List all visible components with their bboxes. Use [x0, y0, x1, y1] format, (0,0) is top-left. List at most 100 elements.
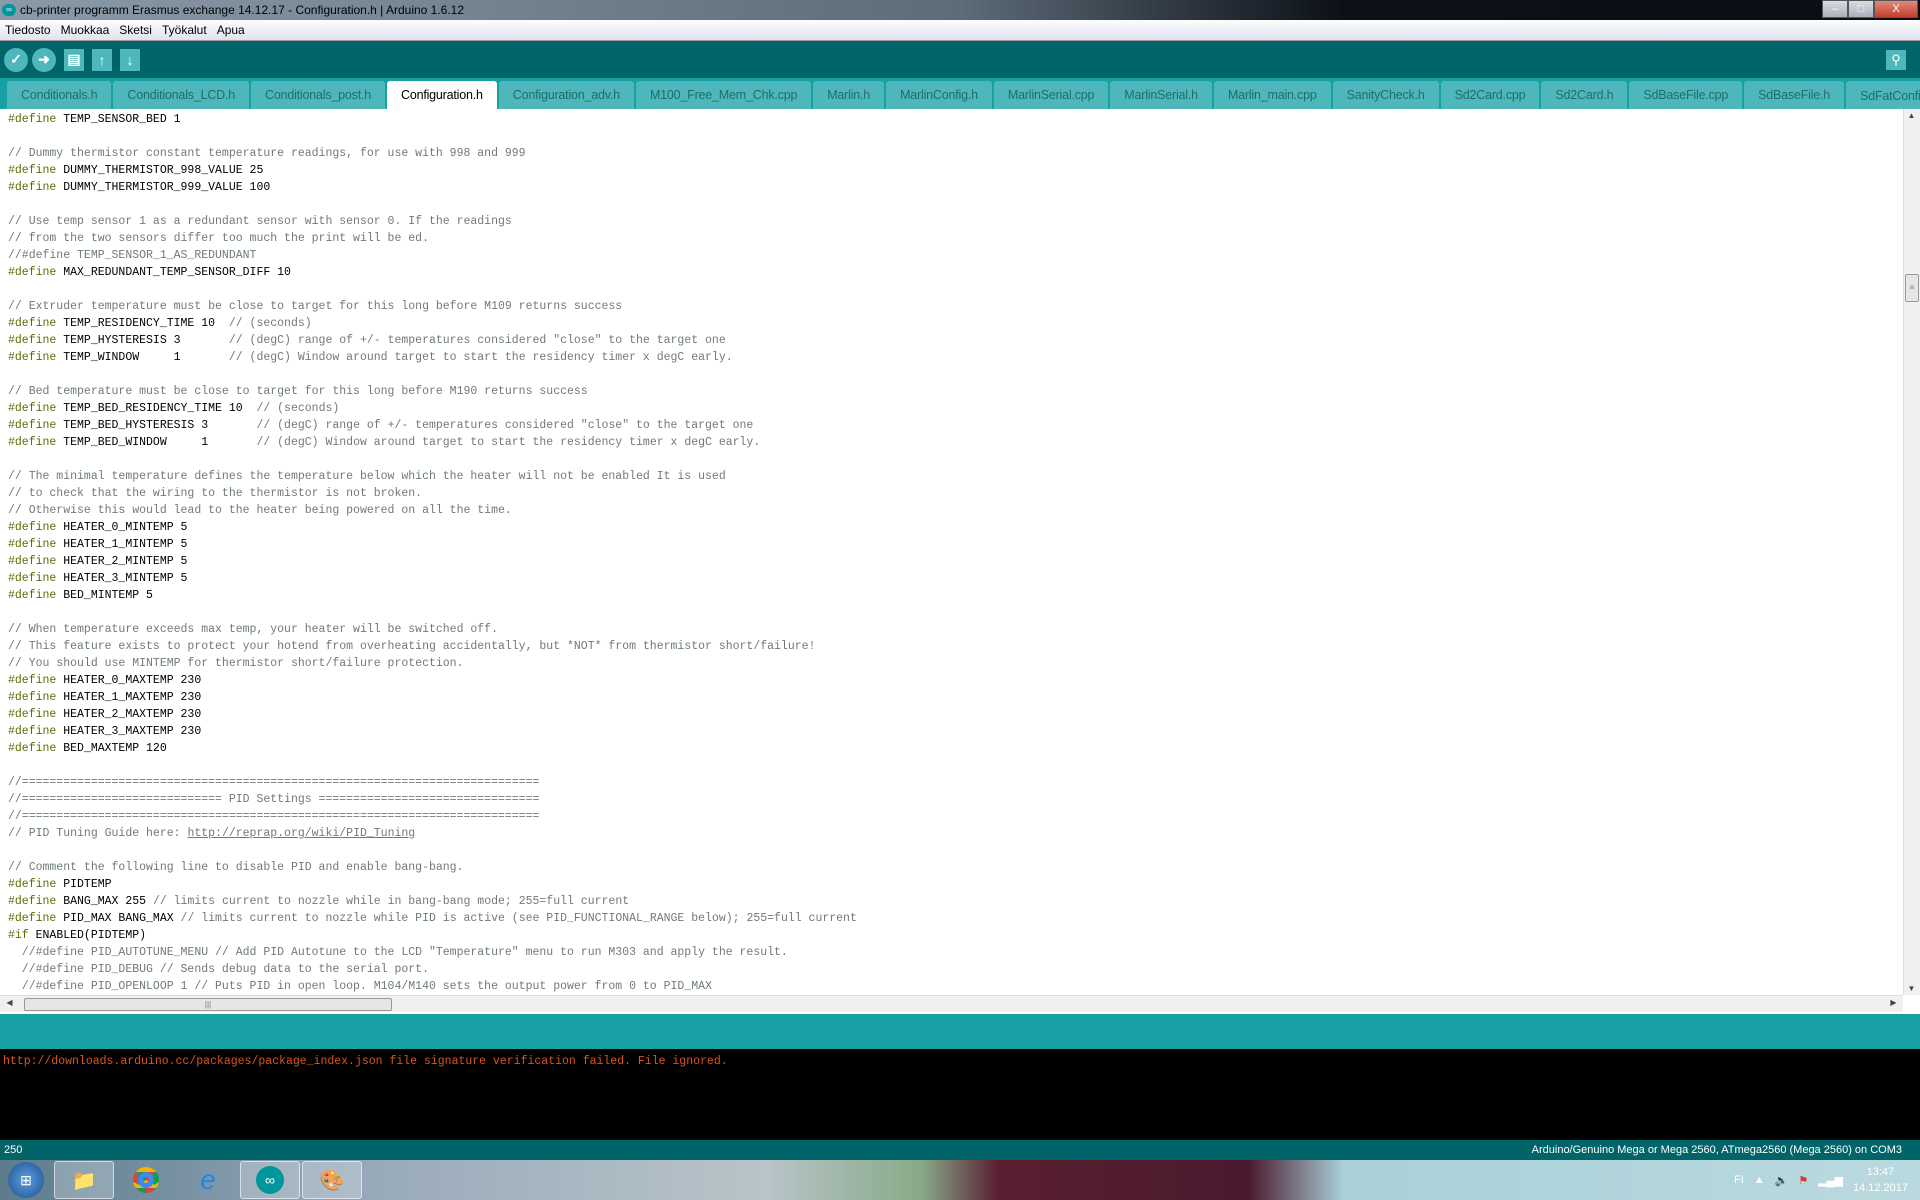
open-button[interactable]: ↑: [92, 48, 112, 71]
code-keyword: #define: [8, 334, 57, 347]
code-line: // Use temp sensor 1 as a redundant sens…: [8, 213, 1903, 230]
windows-logo-icon: ⊞: [20, 1172, 32, 1188]
arduino-icon: ∞: [256, 1166, 284, 1194]
tab-sdbasefile-cpp[interactable]: SdBaseFile.cpp: [1629, 81, 1743, 109]
arrow-right-icon: ➜: [38, 51, 50, 67]
code-keyword: #if: [8, 929, 29, 942]
code-keyword: #define: [8, 521, 57, 534]
menu-bar: Tiedosto Muokkaa Sketsi Työkalut Apua: [0, 20, 1920, 41]
code-text: TEMP_BED_RESIDENCY_TIME 10: [56, 402, 257, 415]
chrome-icon: [133, 1167, 159, 1193]
tab-conditionals-lcd-h[interactable]: Conditionals_LCD.h: [113, 81, 249, 109]
code-text: TEMP_WINDOW 1: [56, 351, 229, 364]
code-text: DUMMY_THERMISTOR_998_VALUE 25: [56, 164, 264, 177]
system-tray: FI ▲ 🔈 ⚑ ▂▄▆ 13:47 14.12.2017: [1734, 1160, 1908, 1200]
arduino-taskbar-button[interactable]: ∞: [240, 1161, 300, 1199]
code-comment: // Bed temperature must be close to targ…: [8, 385, 588, 398]
code-keyword: #define: [8, 742, 57, 755]
code-line: #define TEMP_BED_WINDOW 1 // (degC) Wind…: [8, 434, 1903, 451]
tab-m100-free-mem-chk-cpp[interactable]: M100_Free_Mem_Chk.cpp: [635, 81, 812, 109]
tab-conditionals-post-h[interactable]: Conditionals_post.h: [251, 81, 385, 109]
code-link[interactable]: http://reprap.org/wiki/PID_Tuning: [187, 827, 415, 840]
tab-marlinserial-cpp[interactable]: MarlinSerial.cpp: [993, 81, 1109, 109]
network-signal-icon[interactable]: ▂▄▆: [1818, 1174, 1843, 1187]
maximize-button[interactable]: □: [1848, 0, 1874, 18]
scroll-left-icon[interactable]: ◀: [2, 998, 17, 1007]
clock[interactable]: 13:47 14.12.2017: [1853, 1164, 1908, 1196]
action-center-flag-icon[interactable]: ⚑: [1798, 1174, 1808, 1187]
start-button[interactable]: ⊞: [8, 1162, 44, 1198]
tab-marlinconfig-h[interactable]: MarlinConfig.h: [886, 81, 992, 109]
code-comment: // (seconds): [228, 317, 312, 330]
volume-icon[interactable]: 🔈: [1775, 1174, 1789, 1187]
new-button[interactable]: ▤: [64, 48, 84, 71]
code-keyword: #define: [8, 725, 57, 738]
code-keyword: #define: [8, 538, 57, 551]
scroll-down-icon[interactable]: ▼: [1904, 984, 1919, 993]
internet-explorer-icon: e: [200, 1164, 216, 1195]
tab-sd2card-h[interactable]: Sd2Card.h: [1541, 81, 1628, 109]
scroll-up-icon[interactable]: ▲: [1904, 111, 1919, 120]
code-line: #define DUMMY_THERMISTOR_998_VALUE 25: [8, 162, 1903, 179]
tab-sdbasefile-h[interactable]: SdBaseFile.h: [1744, 81, 1845, 109]
code-line: // Comment the following line to disable…: [8, 859, 1903, 876]
menu-edit[interactable]: Muokkaa: [56, 23, 115, 37]
serial-monitor-button[interactable]: ⚲: [1886, 50, 1906, 70]
tab-sd2card-cpp[interactable]: Sd2Card.cpp: [1440, 81, 1540, 109]
code-keyword: #define: [8, 436, 57, 449]
tab-sdfatconfig[interactable]: SdFatConfig ▾: [1846, 81, 1920, 109]
code-line: #define BED_MAXTEMP 120: [8, 740, 1903, 757]
code-line: // When temperature exceeds max temp, yo…: [8, 621, 1903, 638]
verify-button[interactable]: ✓: [4, 47, 28, 72]
upload-button[interactable]: ➜: [32, 47, 56, 72]
explorer-taskbar-button[interactable]: 📁: [54, 1161, 114, 1199]
horizontal-scrollbar[interactable]: ◀ ||| ▶: [0, 995, 1903, 1012]
code-line: #define PIDTEMP: [8, 876, 1903, 893]
menu-sketch[interactable]: Sketsi: [114, 23, 157, 37]
code-line: #define TEMP_BED_RESIDENCY_TIME 10 // (s…: [8, 400, 1903, 417]
menu-tools[interactable]: Työkalut: [157, 23, 212, 37]
tab-marlinserial-h[interactable]: MarlinSerial.h: [1110, 81, 1212, 109]
language-indicator[interactable]: FI: [1734, 1174, 1744, 1186]
chrome-taskbar-button[interactable]: [116, 1161, 176, 1199]
code-editor[interactable]: #define TEMP_SENSOR_BED 1 // Dummy thermi…: [0, 109, 1903, 995]
save-button[interactable]: ↓: [120, 48, 140, 71]
code-line: //#define PID_OPENLOOP 1 // Puts PID in …: [8, 978, 1903, 995]
tray-expand-icon[interactable]: ▲: [1754, 1174, 1765, 1186]
code-keyword: #define: [8, 113, 57, 126]
scroll-right-icon[interactable]: ▶: [1886, 998, 1901, 1007]
close-button[interactable]: X: [1874, 0, 1918, 18]
tab-configuration-adv-h[interactable]: Configuration_adv.h: [498, 81, 634, 109]
vertical-scrollbar[interactable]: ▲ ≡ ▼: [1903, 109, 1920, 995]
horizontal-scroll-thumb[interactable]: |||: [24, 998, 392, 1011]
code-text: MAX_REDUNDANT_TEMP_SENSOR_DIFF 10: [56, 266, 291, 279]
code-keyword: #define: [8, 266, 57, 279]
code-comment: //#define PID_AUTOTUNE_MENU // Add PID A…: [8, 946, 788, 959]
menu-file[interactable]: Tiedosto: [0, 23, 56, 37]
tab-marlin-h[interactable]: Marlin.h: [813, 81, 885, 109]
code-line: //======================================…: [8, 774, 1903, 791]
ie-taskbar-button[interactable]: e: [178, 1161, 238, 1199]
tab-conditionals-h[interactable]: Conditionals.h: [7, 81, 112, 109]
code-line: // Extruder temperature must be close to…: [8, 298, 1903, 315]
code-text: PIDTEMP: [56, 878, 112, 891]
tab-configuration-h[interactable]: Configuration.h: [387, 81, 497, 109]
tab-sanitycheck-h[interactable]: SanityCheck.h: [1332, 81, 1439, 109]
menu-help[interactable]: Apua: [212, 23, 250, 37]
minimize-button[interactable]: –: [1822, 0, 1848, 18]
tab-marlin-main-cpp[interactable]: Marlin_main.cpp: [1213, 81, 1331, 109]
paint-taskbar-button[interactable]: 🎨: [302, 1161, 362, 1199]
code-line: // PID Tuning Guide here: http://reprap.…: [8, 825, 1903, 842]
code-line: #define TEMP_WINDOW 1 // (degC) Window a…: [8, 349, 1903, 366]
code-line: // The minimal temperature defines the t…: [8, 468, 1903, 485]
code-line: #define BANG_MAX 255 // limits current t…: [8, 893, 1903, 910]
code-line: //============================= PID Sett…: [8, 791, 1903, 808]
vertical-scroll-thumb[interactable]: ≡: [1905, 274, 1919, 302]
code-keyword: #define: [8, 164, 57, 177]
code-text: HEATER_0_MINTEMP 5: [56, 521, 188, 534]
paint-palette-icon: 🎨: [319, 1169, 345, 1192]
code-line: #define HEATER_0_MINTEMP 5: [8, 519, 1903, 536]
code-comment: // (degC) range of +/- temperatures cons…: [228, 334, 726, 347]
